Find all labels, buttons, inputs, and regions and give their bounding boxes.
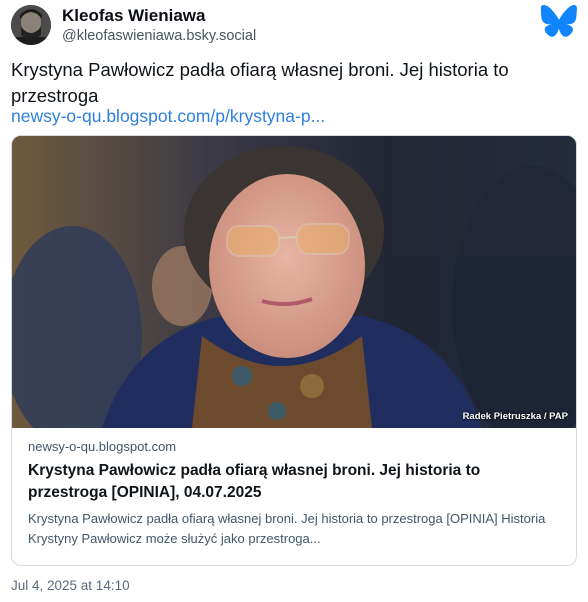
image-credit: Radek Pietruszka / PAP — [462, 411, 568, 422]
post: Kleofas Wieniawa @kleofaswieniawa.bsky.s… — [0, 0, 588, 602]
butterfly-icon[interactable] — [541, 5, 577, 37]
avatar-image — [11, 5, 51, 45]
preview-description: Krystyna Pawłowicz padła ofiarą własnej … — [28, 511, 546, 546]
post-timestamp[interactable]: Jul 4, 2025 at 14:10 — [11, 578, 130, 593]
preview-photo — [12, 136, 576, 428]
link-preview-card[interactable]: Radek Pietruszka / PAP newsy-o-qu.blogsp… — [11, 135, 577, 566]
author-display-name[interactable]: Kleofas Wieniawa — [62, 6, 205, 26]
preview-image: Radek Pietruszka / PAP — [12, 136, 576, 428]
preview-domain: newsy-o-qu.blogspot.com — [28, 439, 177, 454]
avatar[interactable] — [11, 5, 51, 45]
post-link[interactable]: newsy-o-qu.blogspot.com/p/krystyna-p... — [11, 106, 325, 127]
author-handle[interactable]: @kleofaswieniawa.bsky.social — [62, 28, 256, 44]
preview-title: Krystyna Pawłowicz padła ofiarą własnej … — [28, 462, 481, 501]
post-text: Krystyna Pawłowicz padła ofiarą własnej … — [11, 59, 509, 106]
